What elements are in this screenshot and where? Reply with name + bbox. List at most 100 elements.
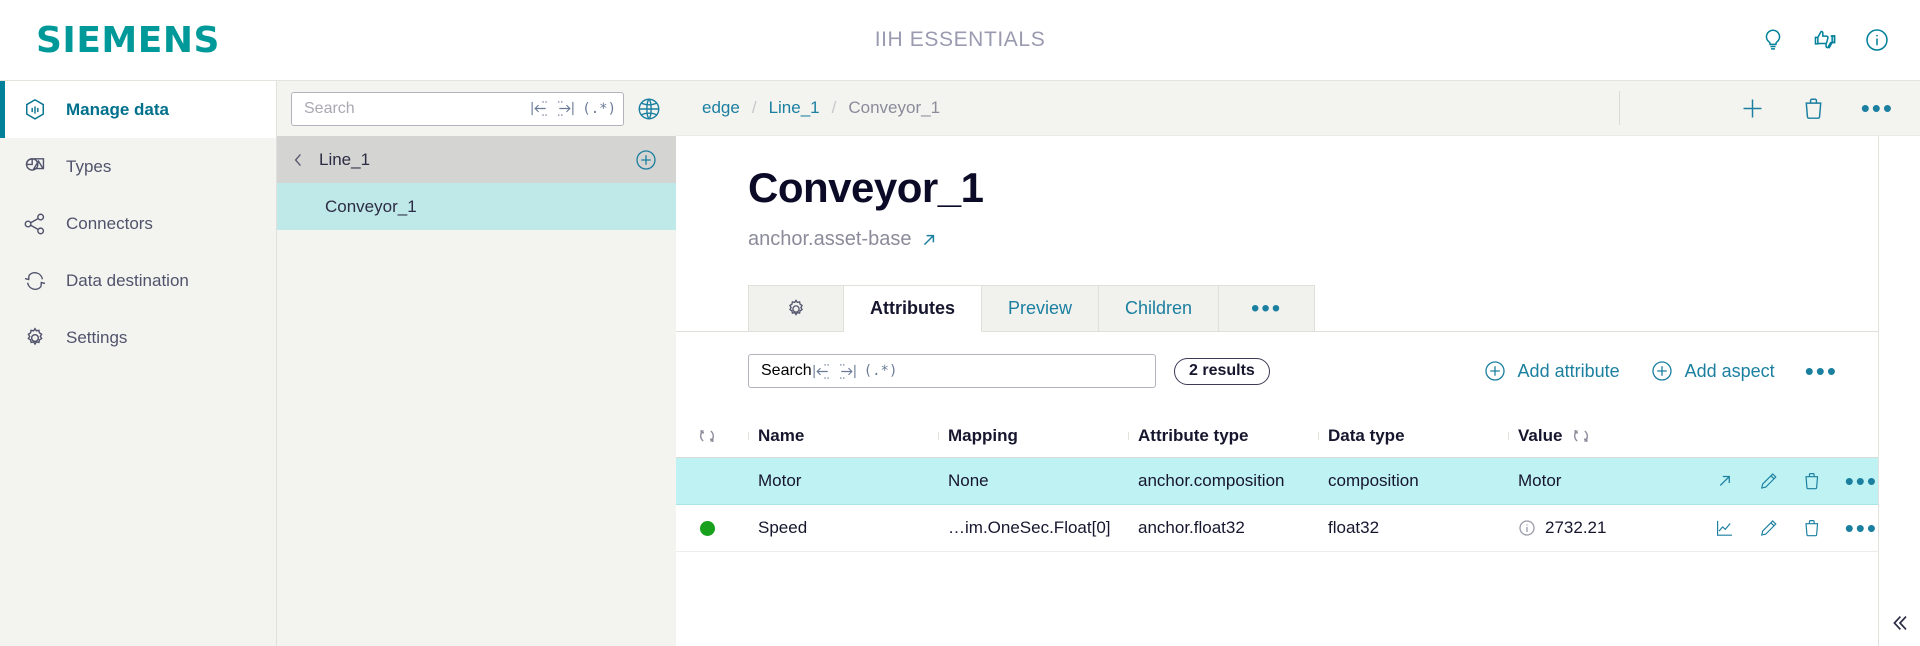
cell-name: Motor (758, 471, 802, 490)
app-title: IIH ESSENTIALS (874, 28, 1046, 51)
tree-parent-node[interactable]: Line_1 (277, 136, 676, 183)
edit-icon[interactable] (1758, 516, 1780, 540)
tree-child-label: Conveyor_1 (325, 196, 417, 216)
lightbulb-icon[interactable] (1760, 27, 1786, 53)
detail-tabs: Attributes Preview Children ••• (748, 285, 1920, 332)
attribute-search-input[interactable]: Search (.*) (748, 354, 1156, 388)
sidebar-item-data-destination[interactable]: Data destination (0, 252, 276, 309)
info-icon[interactable] (1864, 27, 1890, 53)
column-header-sort[interactable] (676, 427, 748, 445)
sidebar-item-label: Manage data (66, 99, 169, 119)
cell-value-text: 2732.21 (1545, 518, 1607, 537)
content-area: edge / Line_1 / Conveyor_1 ••• Conveyor_… (676, 80, 1920, 646)
table-row[interactable]: Speed …im.OneSec.Float[0] anchor.float32… (676, 505, 1878, 552)
cell-attribute-type: anchor.composition (1138, 471, 1285, 490)
cell-name: Speed (758, 518, 808, 537)
add-attribute-button[interactable]: Add attribute (1483, 359, 1620, 383)
sidebar-item-label: Connectors (66, 213, 153, 233)
tree-search-icons: (.*) (530, 100, 616, 117)
sidebar-item-settings[interactable]: Settings (0, 309, 276, 366)
sidebar-item-manage-data[interactable]: Manage data (0, 81, 276, 138)
sidebar-item-label: Types (66, 156, 112, 176)
cell-value: 2732.21 (1508, 518, 1688, 538)
column-header-attribute-type[interactable]: Attribute type (1128, 426, 1318, 446)
add-aspect-button[interactable]: Add aspect (1650, 359, 1775, 383)
column-header-name[interactable]: Name (748, 426, 938, 446)
table-row[interactable]: Motor None anchor.composition compositio… (676, 458, 1878, 505)
cell-data-type: composition (1328, 471, 1419, 490)
cell-mapping: None (948, 471, 989, 490)
open-external-icon[interactable] (1714, 469, 1736, 493)
add-icon[interactable] (1739, 95, 1766, 122)
attribute-search-placeholder: Search (761, 362, 812, 379)
breadcrumb-separator: / (831, 98, 837, 117)
add-aspect-label: Add aspect (1684, 360, 1775, 381)
trend-chart-icon[interactable] (1714, 516, 1736, 540)
chevron-left-icon[interactable] (291, 151, 305, 169)
tree-item-conveyor-1[interactable]: Conveyor_1 (277, 183, 676, 230)
more-options-icon[interactable]: ••• (1845, 516, 1878, 540)
column-header-data-type[interactable]: Data type (1318, 426, 1508, 446)
tree-panel: Search (.*) Line_1 Conveyor_1 (276, 80, 676, 646)
more-options-icon[interactable]: ••• (1861, 95, 1894, 121)
page-subtitle: anchor.asset-base (748, 228, 912, 250)
tab-children[interactable]: Children (1099, 285, 1220, 332)
sidebar-item-connectors[interactable]: Connectors (0, 195, 276, 252)
breadcrumb-item-conveyor-1: Conveyor_1 (848, 98, 941, 117)
breadcrumb-item-edge[interactable]: edge (702, 98, 740, 118)
regex-icon[interactable]: (.*) (582, 102, 616, 116)
match-end-icon[interactable] (838, 363, 857, 380)
top-header: SIEMENS IIH ESSENTIALS (0, 0, 1920, 80)
match-start-icon[interactable] (812, 363, 831, 380)
regex-icon[interactable]: (.*) (864, 364, 898, 378)
right-rail (1878, 136, 1920, 646)
globe-icon[interactable] (636, 96, 662, 122)
more-options-icon[interactable]: ••• (1845, 469, 1878, 493)
hexagon-data-icon (26, 98, 44, 120)
breadcrumb-item-line-1[interactable]: Line_1 (769, 98, 820, 118)
more-options-icon: ••• (1250, 294, 1283, 322)
tree-search-input[interactable]: Search (.*) (291, 91, 624, 126)
delete-icon[interactable] (1801, 516, 1823, 540)
app-body: Manage data Types Connectors Data destin… (0, 80, 1920, 646)
collapse-panel-button[interactable] (1884, 608, 1914, 638)
row-actions: ••• (1688, 469, 1888, 493)
page-subtitle-row: anchor.asset-base (748, 228, 1920, 251)
chevron-double-left-icon (1893, 616, 1907, 630)
breadcrumb-separator: / (751, 98, 757, 117)
external-link-icon[interactable] (921, 232, 937, 248)
tree-search-placeholder: Search (304, 99, 355, 117)
column-header-value[interactable]: Value (1508, 426, 1688, 446)
page-title: Conveyor_1 (748, 164, 984, 211)
page-header: Conveyor_1 anchor.asset-base (676, 136, 1920, 251)
plus-circle-icon (1484, 361, 1505, 381)
delete-icon[interactable] (1800, 95, 1827, 122)
more-options-icon[interactable]: ••• (1805, 358, 1838, 384)
row-status-indicator (676, 520, 748, 536)
cell-data-type: float32 (1328, 518, 1380, 537)
plus-circle-icon (1651, 361, 1672, 381)
feedback-icon[interactable] (1812, 27, 1838, 53)
match-start-icon[interactable] (530, 100, 549, 117)
info-icon[interactable] (1518, 519, 1536, 537)
breadcrumb-bar: edge / Line_1 / Conveyor_1 ••• (676, 81, 1920, 136)
tab-more[interactable]: ••• (1219, 285, 1316, 332)
app-root: SIEMENS IIH ESSENTIALS Manage data Types… (0, 0, 1920, 646)
tab-settings[interactable] (748, 285, 844, 332)
sync-arrows-icon (24, 271, 46, 290)
results-count-badge[interactable]: 2 results (1174, 357, 1270, 385)
delete-icon[interactable] (1801, 469, 1823, 493)
tab-preview[interactable]: Preview (982, 285, 1100, 332)
match-end-icon[interactable] (556, 100, 575, 117)
cell-value: Motor (1518, 471, 1562, 490)
sidebar-item-types[interactable]: Types (0, 138, 276, 195)
attribute-search-icons: (.*) (812, 363, 898, 380)
sidebar-item-label: Data destination (66, 270, 189, 290)
column-header-mapping[interactable]: Mapping (938, 426, 1128, 446)
sidebar-item-label: Settings (66, 327, 128, 347)
attributes-toolbar-actions: Add attribute Add aspect ••• (1483, 358, 1838, 384)
sort-icon[interactable] (1572, 427, 1590, 445)
tab-attributes[interactable]: Attributes (844, 285, 982, 332)
plus-circle-icon[interactable] (634, 148, 658, 172)
edit-icon[interactable] (1758, 469, 1780, 493)
